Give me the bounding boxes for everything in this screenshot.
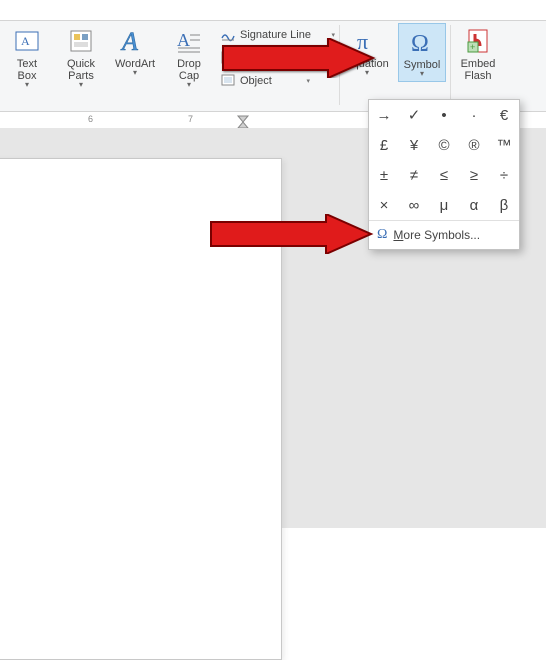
dropdown-icon: ▾: [79, 81, 83, 90]
flash-icon: +: [462, 25, 494, 57]
symbol-cell[interactable]: ·: [459, 100, 489, 130]
symbol-button[interactable]: Ω Symbol ▾: [398, 23, 446, 82]
symbol-cell[interactable]: ≤: [429, 160, 459, 190]
symbol-cell[interactable]: ∞: [399, 190, 429, 220]
callout-arrow-more-symbols: [206, 214, 376, 254]
symbol-cell[interactable]: β: [489, 190, 519, 220]
drop-cap-button[interactable]: A Drop Cap ▾: [166, 23, 212, 92]
symbol-cell[interactable]: £: [369, 130, 399, 160]
ruler-mark: 7: [188, 114, 193, 124]
symbol-cell[interactable]: ≥: [459, 160, 489, 190]
dropdown-icon: ▾: [187, 81, 191, 90]
ribbon-tabstrip: [0, 0, 546, 21]
omega-icon: Ω: [377, 227, 387, 243]
symbol-cell[interactable]: α: [459, 190, 489, 220]
dropdown-icon: ▾: [306, 77, 310, 85]
wordart-button[interactable]: A WordArt ▾: [112, 23, 158, 80]
symbol-cell[interactable]: ®: [459, 130, 489, 160]
symbol-cell[interactable]: ≠: [399, 160, 429, 190]
quick-parts-button[interactable]: Quick Parts ▾: [58, 23, 104, 92]
symbol-dropdown-popup: →✓•·€£¥©®™±≠≤≥÷×∞μαβ Ω More Symbols...: [368, 99, 520, 250]
symbol-icon: Ω: [406, 26, 438, 58]
quick-parts-label: Quick Parts: [61, 58, 101, 82]
symbol-cell[interactable]: ÷: [489, 160, 519, 190]
symbol-grid: →✓•·€£¥©®™±≠≤≥÷×∞μαβ: [369, 100, 519, 220]
svg-text:+: +: [470, 42, 475, 52]
svg-text:A: A: [21, 34, 30, 48]
callout-arrow-symbol: [218, 38, 378, 78]
symbol-cell[interactable]: €: [489, 100, 519, 130]
symbol-cell[interactable]: •: [429, 100, 459, 130]
svg-text:A: A: [177, 30, 190, 50]
symbol-cell[interactable]: ±: [369, 160, 399, 190]
quick-parts-icon: [65, 25, 97, 57]
symbol-cell[interactable]: ¥: [399, 130, 429, 160]
symbol-cell[interactable]: →: [369, 100, 399, 130]
dropdown-icon: ▾: [25, 81, 29, 90]
symbol-cell[interactable]: ©: [429, 130, 459, 160]
svg-text:A: A: [120, 27, 138, 56]
drop-cap-label: Drop Cap: [169, 58, 209, 82]
svg-text:Ω: Ω: [411, 31, 429, 56]
dropdown-icon: ▾: [420, 70, 424, 79]
more-symbols-button[interactable]: Ω More Symbols...: [369, 220, 519, 249]
text-box-button[interactable]: A Text Box ▾: [4, 23, 50, 92]
symbol-cell[interactable]: ✓: [399, 100, 429, 130]
symbol-cell[interactable]: ™: [489, 130, 519, 160]
embed-flash-label: Embed Flash: [458, 58, 498, 82]
text-box-icon: A: [11, 25, 43, 57]
wordart-icon: A: [119, 25, 151, 57]
dropdown-icon: ▾: [133, 69, 137, 78]
more-symbols-label: More Symbols...: [393, 228, 480, 242]
ruler-mark: 6: [88, 114, 93, 124]
drop-cap-icon: A: [173, 25, 205, 57]
symbol-cell[interactable]: μ: [429, 190, 459, 220]
text-box-label: Text Box: [7, 58, 47, 82]
embed-flash-button[interactable]: + Embed Flash: [455, 23, 501, 84]
